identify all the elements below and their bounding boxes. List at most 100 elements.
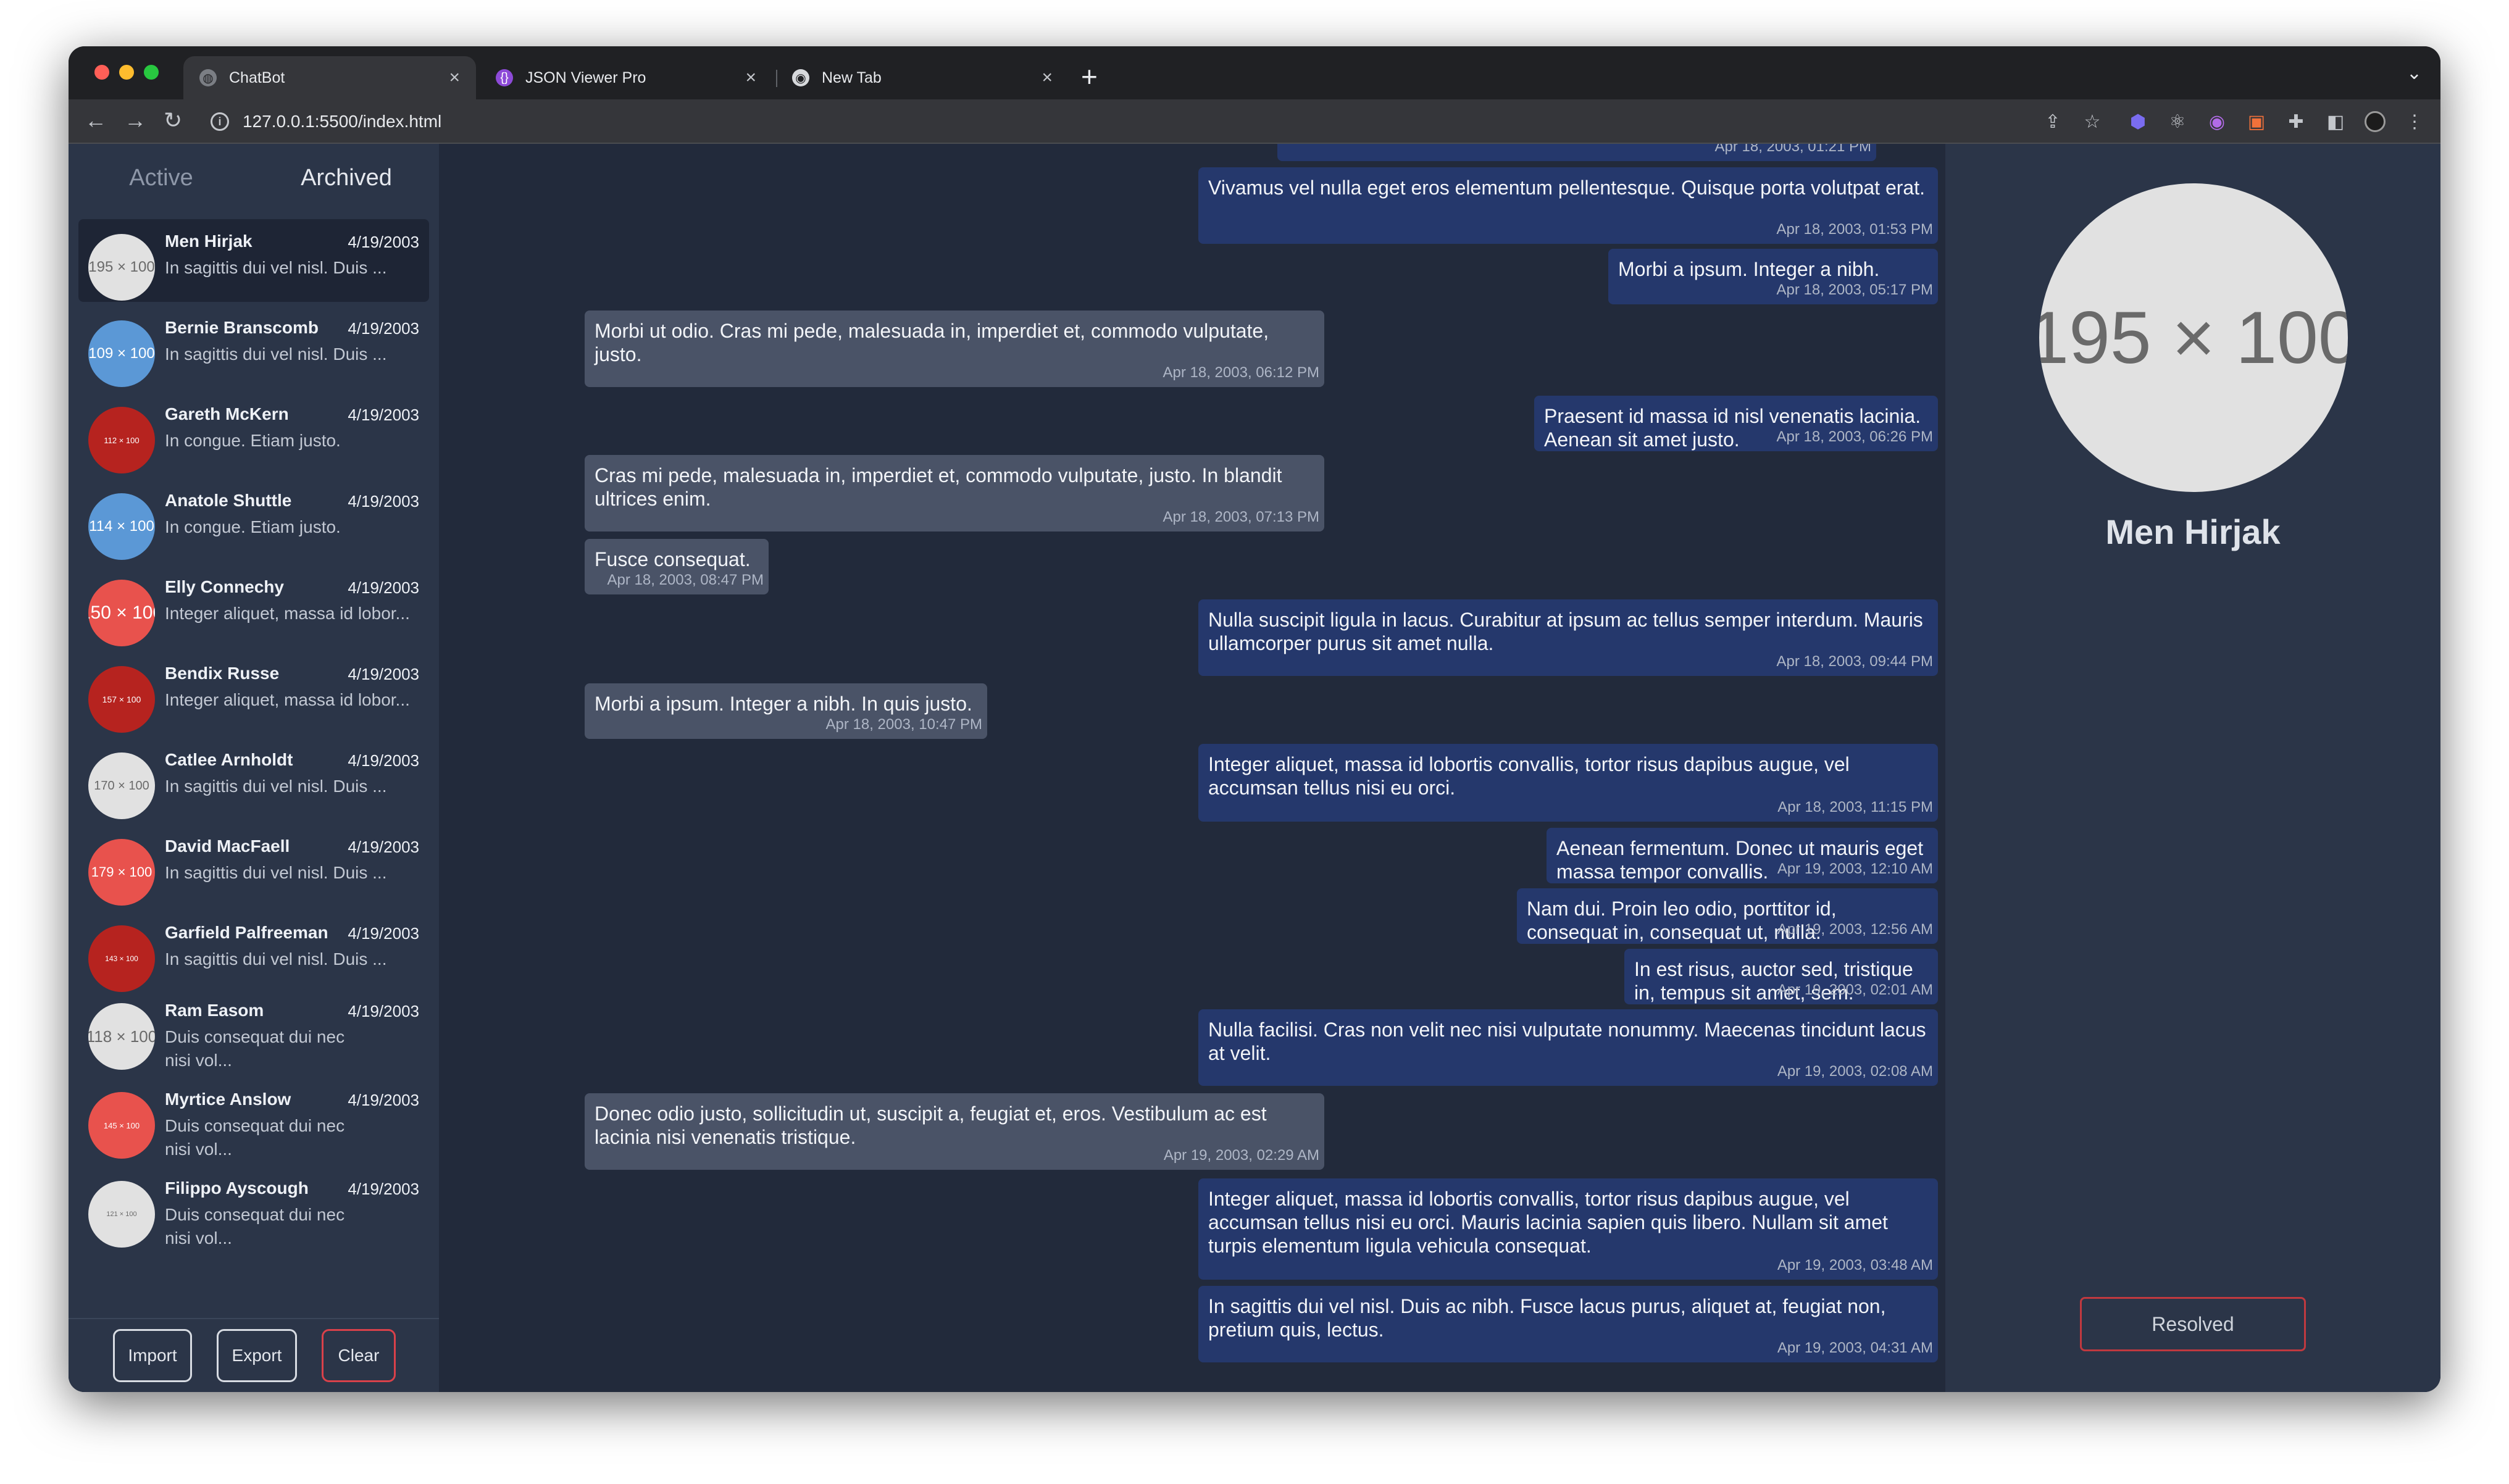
import-button[interactable]: Import xyxy=(113,1329,192,1382)
contact-detail-panel: 195 × 100 Men Hirjak Resolved xyxy=(1945,144,2440,1392)
outgoing-message: Integer aliquet, massa id lobortis conva… xyxy=(1198,744,1938,822)
message-text: In sagittis dui vel nisl. Duis ac nibh. … xyxy=(1208,1295,1886,1341)
sidebar-footer: Import Export Clear xyxy=(69,1318,439,1392)
conversation-preview: In sagittis dui vel nisl. Duis ... xyxy=(165,777,387,796)
close-window-button[interactable] xyxy=(94,65,109,80)
tab-archived[interactable]: Archived xyxy=(254,144,439,212)
reload-icon[interactable]: ↻ xyxy=(164,108,182,133)
json-viewer-extension-icon[interactable]: ◉ xyxy=(2206,110,2228,133)
extension-orange-icon[interactable]: ▣ xyxy=(2245,110,2268,133)
message-timestamp: Apr 18, 2003, 10:47 PM xyxy=(825,716,983,733)
conversation-item[interactable]: 118 × 100 Ram Easom 4/19/2003 Duis consequa… xyxy=(78,988,429,1077)
conversation-item[interactable]: 112 × 100 Gareth McKern 4/19/2003 In congue… xyxy=(78,392,429,475)
address-bar[interactable]: i 127.0.0.1:5500/index.html xyxy=(211,104,2100,139)
tab-search-chevron-icon[interactable]: ⌄ xyxy=(2407,62,2422,84)
conversation-item[interactable]: 150 × 100 Elly Connechy 4/19/2003 Integer a… xyxy=(78,565,429,648)
extension-react-icon[interactable]: ⚛ xyxy=(2166,110,2189,133)
avatar: 112 × 100 xyxy=(88,407,155,473)
message-timestamp: Apr 18, 2003, 01:53 PM xyxy=(1776,221,1934,238)
outgoing-message: Morbi a ipsum. Integer a nibh. Apr 18, 20… xyxy=(1608,249,1938,304)
forward-arrow-icon[interactable]: → xyxy=(124,108,146,133)
json-viewer-icon: {} xyxy=(496,69,513,86)
chrome-icon: ◉ xyxy=(792,69,809,86)
outgoing-message: In est risus, auctor sed, tristique in, … xyxy=(1624,949,1938,1004)
message-text: Nulla facilisi. Cras non velit nec nisi … xyxy=(1208,1019,1926,1064)
conversation-date: 4/19/2003 xyxy=(348,492,419,511)
close-tab-icon[interactable]: × xyxy=(1042,67,1053,88)
avatar: 195 × 100 xyxy=(88,234,155,301)
conversation-preview: In congue. Etiam justo. xyxy=(165,517,341,536)
close-tab-icon[interactable]: × xyxy=(449,67,460,88)
bookmark-star-icon[interactable]: ☆ xyxy=(2081,110,2103,133)
tab-bar: ◍ ChatBot × {} JSON Viewer Pro × ◉ New T… xyxy=(69,46,2440,99)
profile-avatar-icon[interactable] xyxy=(2364,110,2386,133)
message-timestamp: Apr 19, 2003, 12:56 AM xyxy=(1777,921,1933,938)
side-panel-icon[interactable]: ◧ xyxy=(2324,110,2347,133)
conversation-item[interactable]: 179 × 100 David MacFaell 4/19/2003 In sagit… xyxy=(78,824,429,907)
tab-chatbot[interactable]: ◍ ChatBot × xyxy=(183,56,476,99)
message-timestamp: Apr 18, 2003, 06:26 PM xyxy=(1776,428,1934,445)
browser-toolbar: ← → ↻ i 127.0.0.1:5500/index.html ⇪ ☆ ⬢ … xyxy=(69,99,2440,144)
conversation-name: Ram Easom xyxy=(165,1001,264,1020)
message-text: Fusce consequat. xyxy=(595,548,751,570)
outgoing-message: Integer aliquet, massa id lobortis conva… xyxy=(1198,1178,1938,1280)
avatar: 143 × 100 xyxy=(88,925,155,992)
message-timestamp: Apr 19, 2003, 02:01 AM xyxy=(1777,982,1933,998)
new-tab-plus-icon[interactable]: + xyxy=(1081,62,1098,91)
message-text: Donec odio justo, sollicitudin ut, susci… xyxy=(595,1103,1267,1148)
outgoing-message: Nulla facilisi. Cras non velit nec nisi … xyxy=(1198,1009,1938,1086)
avatar: 109 × 100 xyxy=(88,320,155,387)
back-arrow-icon[interactable]: ← xyxy=(85,108,107,133)
avatar: 114 × 100 xyxy=(88,493,155,560)
conversation-date: 4/19/2003 xyxy=(348,1091,419,1109)
incoming-message: Donec odio justo, sollicitudin ut, susci… xyxy=(585,1093,1324,1170)
minimize-window-button[interactable] xyxy=(119,65,134,80)
outgoing-message: Apr 18, 2003, 01:21 PM xyxy=(1277,144,1876,161)
contact-avatar: 195 × 100 xyxy=(2039,183,2348,492)
share-icon[interactable]: ⇪ xyxy=(2042,110,2064,133)
message-timestamp: Apr 18, 2003, 05:17 PM xyxy=(1776,281,1934,298)
maximize-window-button[interactable] xyxy=(144,65,159,80)
conversation-item[interactable]: 165 × 100Petronilla Gero4/19/2003Duis co… xyxy=(78,1255,429,1256)
conversation-item[interactable]: 109 × 100 Bernie Branscomb 4/19/2003 In sag… xyxy=(78,306,429,388)
browser-menu-icon[interactable]: ⋮ xyxy=(2403,110,2426,133)
conversation-list[interactable]: 195 × 100 Men Hirjak 4/19/2003 In sagittis … xyxy=(69,212,439,1256)
outgoing-message: Nam dui. Proin leo odio, porttitor id, c… xyxy=(1517,888,1938,944)
close-tab-icon[interactable]: × xyxy=(745,67,756,88)
conversation-name: Garfield Palfreeman xyxy=(165,923,328,942)
sidebar-tabs: Active Archived xyxy=(69,144,439,212)
message-timestamp: Apr 18, 2003, 06:12 PM xyxy=(1163,364,1320,381)
conversation-date: 4/19/2003 xyxy=(348,751,419,770)
avatar: 150 × 100 xyxy=(88,580,155,646)
conversation-name: Bernie Branscomb xyxy=(165,318,319,337)
conversation-date: 4/19/2003 xyxy=(348,1180,419,1198)
conversation-item[interactable]: 143 × 100 Garfield Palfreeman 4/19/2003 In … xyxy=(78,911,429,993)
conversation-item[interactable]: 121 × 100 Filippo Ayscough 4/19/2003 Duis c… xyxy=(78,1166,429,1255)
conversation-date: 4/19/2003 xyxy=(348,838,419,856)
site-info-icon[interactable]: i xyxy=(211,112,229,131)
avatar: 170 × 100 xyxy=(88,752,155,819)
tab-title: New Tab xyxy=(822,69,882,86)
conversation-preview: In sagittis dui vel nisl. Duis ... xyxy=(165,344,387,364)
clear-button[interactable]: Clear xyxy=(322,1329,396,1382)
conversation-item[interactable]: 170 × 100 Catlee Arnholdt 4/19/2003 In sagi… xyxy=(78,738,429,820)
outgoing-message: In sagittis dui vel nisl. Duis ac nibh. … xyxy=(1198,1286,1938,1362)
conversation-item[interactable]: 195 × 100 Men Hirjak 4/19/2003 In sagittis … xyxy=(78,219,429,302)
message-timestamp: Apr 18, 2003, 01:21 PM xyxy=(1714,144,1872,155)
tab-json-viewer-pro[interactable]: {} JSON Viewer Pro × xyxy=(480,56,772,99)
message-thread[interactable]: Apr 18, 2003, 01:21 PM Vivamus vel nulla … xyxy=(439,144,1945,1392)
tab-new-tab[interactable]: ◉ New Tab × xyxy=(776,56,1069,99)
conversation-item[interactable]: 157 × 100 Bendix Russe 4/19/2003 Integer al… xyxy=(78,651,429,734)
url-text: 127.0.0.1:5500/index.html xyxy=(243,112,442,131)
tab-active[interactable]: Active xyxy=(69,144,254,212)
conversation-preview: Duis consequat dui nec nisi vol... xyxy=(165,1205,345,1248)
export-button[interactable]: Export xyxy=(217,1329,297,1382)
conversation-item[interactable]: 145 × 100 Myrtice Anslow 4/19/2003 Duis con… xyxy=(78,1077,429,1166)
resolved-button[interactable]: Resolved xyxy=(2080,1297,2306,1351)
extension-hexagon-icon[interactable]: ⬢ xyxy=(2127,110,2149,133)
conversation-item[interactable]: 114 × 100 Anatole Shuttle 4/19/2003 In cong… xyxy=(78,478,429,561)
outgoing-message: Aenean fermentum. Donec ut mauris eget m… xyxy=(1547,828,1938,883)
message-timestamp: Apr 18, 2003, 08:47 PM xyxy=(607,572,764,588)
extensions-puzzle-icon[interactable]: ✚ xyxy=(2285,110,2307,133)
message-timestamp: Apr 18, 2003, 09:44 PM xyxy=(1776,653,1934,670)
